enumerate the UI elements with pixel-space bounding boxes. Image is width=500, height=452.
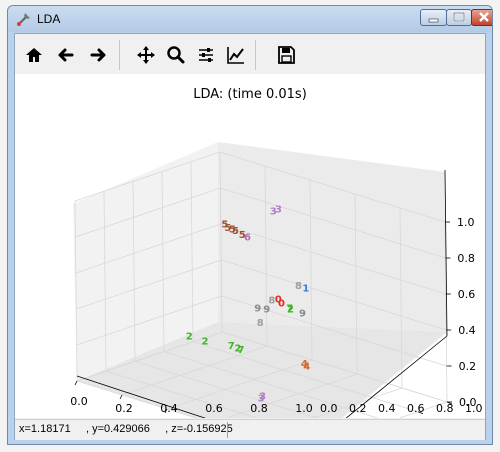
data-point-digit: 9 xyxy=(299,308,306,319)
x-tick-label: 0.2 xyxy=(115,402,133,415)
minimize-icon xyxy=(428,18,439,23)
data-point-digit: 9 xyxy=(263,305,270,316)
subplots-config-icon xyxy=(199,48,213,62)
navigation-toolbar xyxy=(15,34,485,74)
toolbar-separator xyxy=(255,40,256,70)
zoom-button[interactable] xyxy=(163,42,189,68)
z-tick-label: 1.0 xyxy=(457,216,475,229)
x-tick-mark xyxy=(119,394,123,400)
maximize-icon xyxy=(453,12,465,22)
data-point-digit: 9 xyxy=(254,304,261,315)
title-bar[interactable]: LDA xyxy=(8,6,492,32)
pan-move-icon xyxy=(137,46,155,64)
save-floppy-icon xyxy=(278,46,295,64)
x-tick-mark xyxy=(74,380,78,386)
app-icon xyxy=(17,13,30,26)
plot-title: LDA: (time 0.01s) xyxy=(193,87,307,102)
x-tick-label: 0.4 xyxy=(160,402,178,415)
maximize-button[interactable] xyxy=(446,9,472,26)
z-tick-label: 0.8 xyxy=(457,252,475,265)
z-tick-label: 0.6 xyxy=(458,288,476,301)
data-point-digit: 2 xyxy=(201,337,208,348)
close-button[interactable] xyxy=(471,9,492,26)
data-point-digit: 2 xyxy=(287,305,294,316)
home-icon xyxy=(26,48,42,62)
figure-canvas-window: 0.0 0.2 0.4 0.6 0.8 1.0 0.0 0.2 0.4 0.6 0.8 1.0 0.0 0… xyxy=(14,33,486,444)
data-point-digit: 0 xyxy=(275,295,282,306)
home-button[interactable] xyxy=(21,42,47,68)
x-tick-label: 1.0 xyxy=(295,402,313,415)
minimize-button[interactable] xyxy=(420,9,447,26)
status-bar: x=1.18171 , y=0.429066 , z=-0.156925 xyxy=(15,419,485,440)
back-pane-xz xyxy=(218,142,447,332)
zoom-magnifier-icon xyxy=(167,46,185,64)
window-title: LDA xyxy=(37,12,61,26)
data-point-digit: 6 xyxy=(244,233,251,244)
data-point-digit: 7 xyxy=(238,345,245,356)
y-tick-label: 0.4 xyxy=(378,402,396,415)
configure-subplots-button[interactable] xyxy=(193,42,219,68)
z-tick-label: 0.0 xyxy=(459,396,477,409)
forward-button[interactable] xyxy=(85,42,111,68)
data-point-digit: 8 xyxy=(295,281,302,292)
lda-3d-scatter-plot[interactable]: 0.00.2 0.4 0.6 0.8 1.0 0.0 0.2 0.4 0.6 0.8 1.00.00… xyxy=(15,74,485,444)
app-window: LDA 0.0 0.2 0.4 0.6 0.8 1.0 0.0 0.2 0.4 … xyxy=(7,5,493,445)
edit-axes-button[interactable] xyxy=(223,42,249,68)
cursor-coordinates: x=1.18171 , y=0.429066 , z=-0.156925 xyxy=(19,423,233,435)
data-point-digit: 2 xyxy=(186,332,193,343)
z-tick-label: 0.2 xyxy=(459,360,477,373)
data-point-digit: 3 xyxy=(270,207,277,218)
pan-button[interactable] xyxy=(133,42,159,68)
y-tick-label: 0.0 xyxy=(320,402,338,415)
save-button[interactable] xyxy=(273,42,299,68)
toolbar-separator xyxy=(119,40,120,70)
x-tick-label: 0.0 xyxy=(70,395,88,408)
status-divider xyxy=(227,422,228,438)
data-point-digit: 3 xyxy=(258,394,265,405)
data-point-digit: 1 xyxy=(302,283,309,294)
y-tick-label: 0.2 xyxy=(349,402,367,415)
plot-area[interactable]: 0.0 0.2 0.4 0.6 0.8 1.0 0.0 0.2 0.4 0.6 0.8 1.0 0.0 0… xyxy=(15,74,485,444)
data-point-digit: 4 xyxy=(303,362,310,373)
data-point-digit: 8 xyxy=(257,318,264,329)
forward-arrow-icon xyxy=(90,48,106,62)
edit-axes-icon xyxy=(227,47,244,64)
back-button[interactable] xyxy=(53,42,79,68)
back-arrow-icon xyxy=(58,48,74,62)
z-tick-label: 0.4 xyxy=(458,324,476,337)
x-tick-label: 0.6 xyxy=(205,402,223,415)
close-icon xyxy=(479,12,489,22)
